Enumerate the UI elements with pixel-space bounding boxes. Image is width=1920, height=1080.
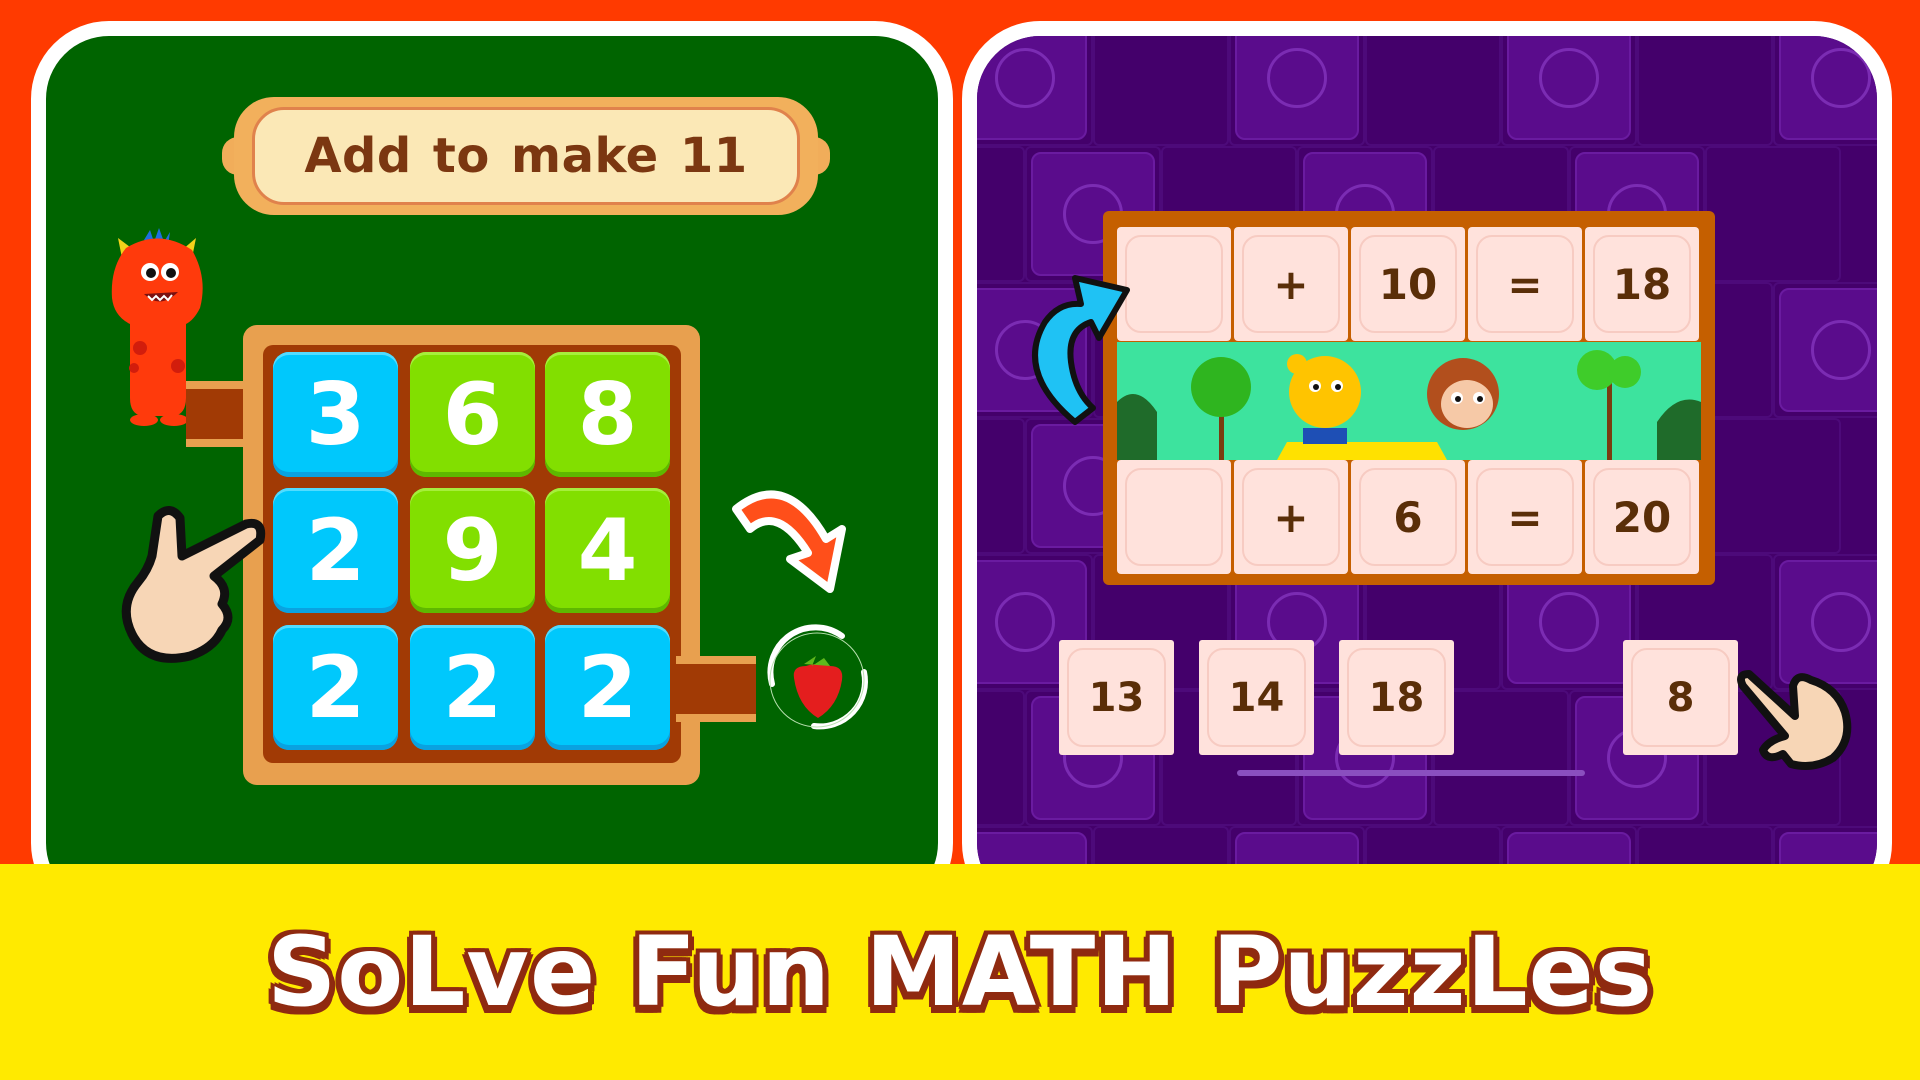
red-curved-arrow-icon [732, 490, 846, 593]
pointing-hand-icon [121, 506, 266, 663]
equation-equals-sign-text: = [1507, 492, 1543, 542]
background-cell [1093, 36, 1229, 146]
equation-operand-text: 10 [1378, 259, 1438, 309]
equation-operand-tile: 6 [1351, 460, 1465, 574]
flower-tile-icon [1235, 36, 1359, 140]
equation-result-tile: 20 [1585, 460, 1699, 574]
exit-path-edge-bottom [676, 714, 756, 722]
number-tile[interactable]: 4 [545, 488, 670, 613]
footer-headline: SoLve Fun MATH PuzzLes [267, 916, 1653, 1028]
number-tile[interactable]: 3 [273, 352, 398, 477]
number-tile-value: 4 [577, 500, 638, 601]
number-tile-value: 3 [305, 364, 366, 465]
background-cell [1637, 36, 1773, 146]
flower-tile-icon [1779, 288, 1877, 412]
equation-operand-tile: 10 [1351, 227, 1465, 341]
number-tile-value: 2 [442, 637, 503, 738]
background-cell [977, 418, 1025, 554]
instruction-banner: Add to make 11 [222, 97, 830, 215]
banner-frame: Add to make 11 [234, 97, 818, 215]
equation-operand-text: 6 [1393, 492, 1423, 542]
jungle-scene [1117, 342, 1701, 460]
number-tile-value: 2 [577, 637, 638, 738]
footer-banner: SoLve Fun MATH PuzzLes [0, 864, 1920, 1080]
strawberry-reward-icon [767, 624, 868, 730]
equation-operator-text: + [1273, 259, 1309, 309]
equation-blank-slot-tile[interactable] [1117, 460, 1231, 574]
number-tile[interactable]: 2 [410, 625, 535, 750]
answer-option-value: 13 [1088, 674, 1145, 721]
number-tile-value: 2 [305, 500, 366, 601]
background-cell [977, 690, 1025, 826]
answer-scrollbar[interactable] [1237, 770, 1585, 776]
number-tile-value: 8 [577, 364, 638, 465]
answer-option-tile[interactable]: 13 [1059, 640, 1174, 755]
flower-tile-icon [1779, 36, 1877, 140]
equation-result-tile: 18 [1585, 227, 1699, 341]
equation-equals-sign-tile: = [1468, 227, 1582, 341]
instruction-text: Add to make 11 [304, 128, 748, 184]
equation-operator-tile: + [1234, 460, 1348, 574]
tap-hand-icon [1737, 670, 1852, 770]
flower-tile-icon [977, 36, 1087, 140]
equation-equals-sign-text: = [1507, 259, 1543, 309]
exit-path [676, 664, 756, 714]
number-tile-value: 2 [305, 637, 366, 738]
background-cell [1705, 418, 1841, 554]
equation-result-text: 20 [1612, 492, 1672, 542]
banner-plate: Add to make 11 [252, 107, 800, 205]
answer-option-value: 8 [1666, 674, 1695, 721]
blue-curved-arrow-icon [1032, 275, 1130, 425]
number-tile[interactable]: 2 [545, 625, 670, 750]
number-tile-value: 9 [442, 500, 503, 601]
number-tile[interactable]: 9 [410, 488, 535, 613]
equation-operator-tile: + [1234, 227, 1348, 341]
answer-option-value: 14 [1228, 674, 1285, 721]
number-tile[interactable]: 2 [273, 488, 398, 613]
equation-equals-sign-tile: = [1468, 460, 1582, 574]
background-cell [1705, 146, 1841, 282]
number-tile[interactable]: 6 [410, 352, 535, 477]
number-tile[interactable]: 2 [273, 625, 398, 750]
number-tile-value: 6 [442, 364, 503, 465]
right-game-panel: +10 = 18 +6 = 20 13 14 18 8 [962, 21, 1892, 921]
answer-option-tile[interactable]: 14 [1199, 640, 1314, 755]
number-tile[interactable]: 8 [545, 352, 670, 477]
jungle-characters-icon [1117, 342, 1701, 460]
answer-option-value: 18 [1368, 674, 1425, 721]
answer-option-tile[interactable]: 8 [1623, 640, 1738, 755]
answer-option-tile[interactable]: 18 [1339, 640, 1454, 755]
equation-result-text: 18 [1612, 259, 1672, 309]
left-game-panel: Add to make 11 368294222 [31, 21, 953, 921]
equation-board: +10 = 18 +6 = 20 [1103, 211, 1715, 585]
exit-path-edge-top [676, 656, 756, 664]
background-cell [1365, 36, 1501, 146]
flower-tile-icon [1507, 36, 1631, 140]
equation-operator-text: + [1273, 492, 1309, 542]
